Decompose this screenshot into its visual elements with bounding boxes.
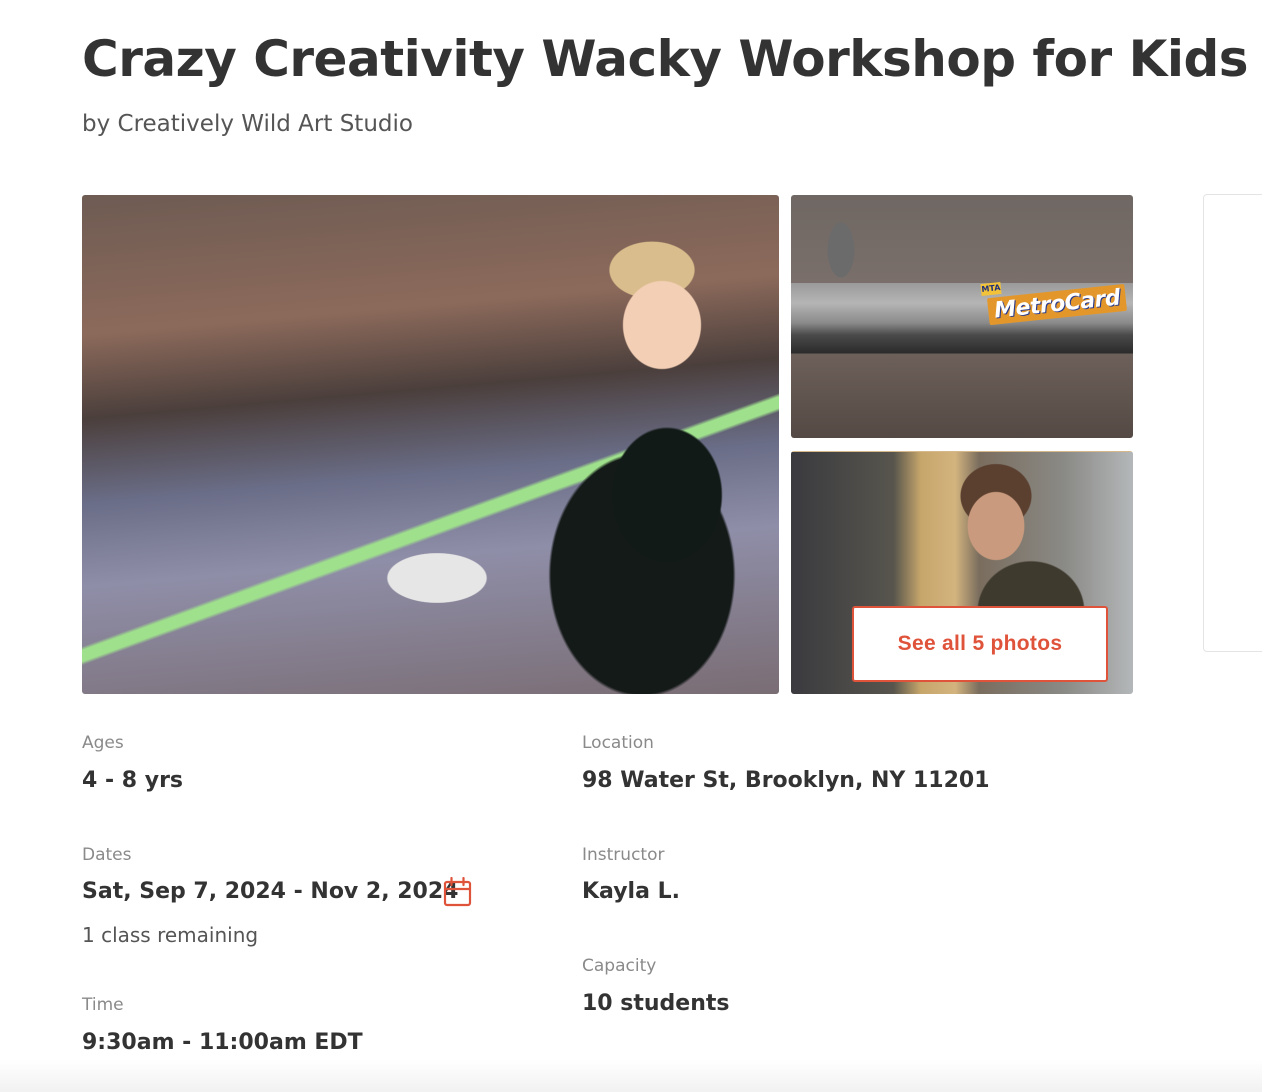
booking-card-edge <box>1203 194 1262 652</box>
ages-value: 4 - 8 yrs <box>82 768 184 793</box>
metrocard-text: MetroCard <box>986 283 1128 326</box>
location-label: Location <box>582 733 654 753</box>
classes-remaining: 1 class remaining <box>82 923 259 947</box>
dates-value: Sat, Sep 7, 2024 - Nov 2, 2024 <box>82 879 459 904</box>
time-value: 9:30am - 11:00am EDT <box>82 1030 363 1055</box>
capacity-value: 10 students <box>582 991 730 1016</box>
bottom-fade <box>0 1060 1262 1092</box>
instructor-value[interactable]: Kayla L. <box>582 879 680 904</box>
location-value[interactable]: 98 Water St, Brooklyn, NY 11201 <box>582 768 990 793</box>
ages-label: Ages <box>82 733 124 753</box>
time-label: Time <box>82 995 124 1015</box>
train-photo[interactable]: MTA MetroCard <box>791 195 1133 438</box>
capacity-label: Capacity <box>582 956 657 976</box>
main-photo[interactable] <box>82 195 779 694</box>
mta-badge: MTA <box>980 281 1002 297</box>
instructor-label: Instructor <box>582 845 665 865</box>
dates-label: Dates <box>82 845 132 865</box>
see-all-photos-button[interactable]: See all 5 photos <box>852 606 1108 682</box>
listing-page: Crazy Creativity Wacky Workshop for Kids… <box>0 0 1262 1092</box>
provider-name[interactable]: by Creatively Wild Art Studio <box>82 111 413 137</box>
calendar-icon[interactable] <box>443 877 472 907</box>
page-title: Crazy Creativity Wacky Workshop for Kids <box>82 30 1249 88</box>
